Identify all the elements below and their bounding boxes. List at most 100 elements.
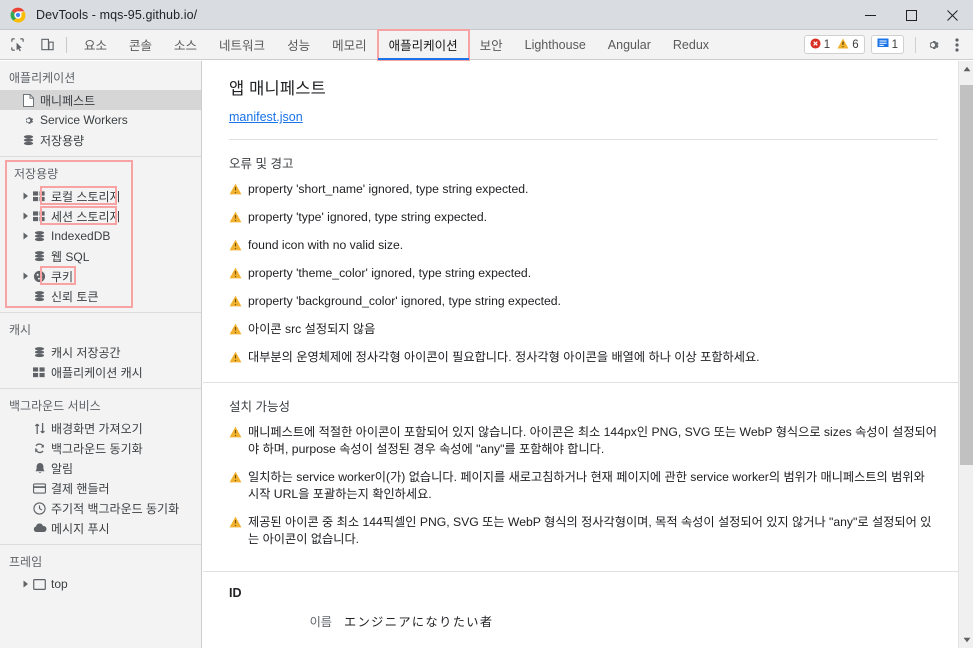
issues-counter-group[interactable]: 1 6: [803, 35, 865, 54]
cloud-icon: [31, 523, 48, 533]
tab-network[interactable]: 네트워크: [208, 30, 276, 60]
tab-security[interactable]: 보안: [469, 30, 514, 60]
tab-label: 애플리케이션: [388, 39, 458, 53]
sidebar-item-session-storage[interactable]: 세션 스토리지: [0, 206, 201, 226]
message-count: 1: [891, 38, 898, 51]
chevron-right-icon[interactable]: [20, 580, 31, 588]
tab-label: Redux: [672, 37, 710, 52]
scroll-down-arrow-icon[interactable]: [959, 632, 973, 648]
sidebar-item-service-workers[interactable]: Service Workers: [0, 110, 201, 130]
title-bar: DevTools - mqs-95.github.io/: [0, 0, 973, 30]
section-title-id: ID: [229, 586, 242, 600]
chrome-logo-icon: [10, 7, 26, 23]
inspect-element-icon[interactable]: [4, 32, 30, 58]
messages-counter-group[interactable]: 1: [870, 35, 904, 54]
window-controls: [850, 0, 973, 30]
sidebar-item-label: 알림: [51, 461, 74, 476]
sidebar-item-label: 세션 스토리지: [51, 209, 121, 224]
sidebar-item-label: 메시지 푸시: [51, 521, 110, 536]
minimize-button[interactable]: [850, 0, 891, 30]
warning-text: 아이콘 src 설정되지 않음: [248, 322, 376, 336]
grid-icon: [31, 366, 48, 378]
sidebar-item-storage-overview[interactable]: 저장용량: [0, 130, 201, 150]
database-icon: [20, 134, 37, 147]
warning-item: property 'theme_color' ignored, type str…: [229, 265, 938, 284]
sidebar-item-manifest[interactable]: 매니페스트: [0, 90, 201, 110]
sidebar-item-trust-tokens[interactable]: 신뢰 토큰: [0, 286, 201, 306]
credit-card-icon: [31, 482, 48, 494]
manifest-panel: 앱 매니페스트 manifest.json 오류 및 경고 property '…: [203, 61, 958, 648]
sidebar-item-label: top: [51, 577, 68, 591]
sidebar-item-web-sql[interactable]: 웹 SQL: [0, 246, 201, 266]
close-button[interactable]: [932, 0, 973, 30]
warning-text: property 'theme_color' ignored, type str…: [248, 266, 532, 280]
error-count: 1: [823, 38, 831, 51]
warning-item: property 'short_name' ignored, type stri…: [229, 181, 938, 200]
warning-triangle-icon: [229, 424, 243, 443]
sidebar-item-notifications[interactable]: 알림: [0, 458, 201, 478]
more-vertical-icon[interactable]: [945, 33, 969, 57]
tab-sources[interactable]: 소스: [163, 30, 208, 60]
sidebar-item-payment-handler[interactable]: 결제 핸들러: [0, 478, 201, 498]
gear-icon[interactable]: [921, 33, 945, 57]
tab-application[interactable]: 애플리케이션: [376, 28, 470, 61]
tab-label: 콘솔: [129, 39, 153, 53]
panel-tabs: 요소 콘솔 소스 네트워크 성능 메모리 애플리케이션 보안 Lighthous…: [73, 28, 720, 61]
warning-text: 대부분의 운영체제에 정사각형 아이콘이 필요합니다. 정사각형 아이콘을 배열…: [248, 350, 760, 364]
tab-performance[interactable]: 성능: [276, 30, 321, 60]
bell-icon: [31, 462, 48, 475]
sidebar-item-background-sync[interactable]: 백그라운드 동기화: [0, 438, 201, 458]
sidebar-section-frames: 프레임 top: [0, 545, 201, 600]
database-icon: [31, 346, 48, 359]
tab-label: 요소: [84, 39, 108, 53]
sidebar-item-periodic-background-sync[interactable]: 주기적 백그라운드 동기화: [0, 498, 201, 518]
sidebar-item-cookies[interactable]: 쿠키: [0, 266, 201, 286]
tab-console[interactable]: 콘솔: [118, 30, 163, 60]
warning-text: property 'type' ignored, type string exp…: [248, 210, 488, 224]
sidebar-item-local-storage[interactable]: 로컬 스토리지: [0, 186, 201, 206]
chevron-right-icon[interactable]: [20, 232, 31, 240]
manifest-json-link[interactable]: manifest.json: [229, 110, 303, 124]
sidebar-item-indexeddb[interactable]: IndexedDB: [0, 226, 201, 246]
sidebar-item-label: 신뢰 토큰: [51, 289, 99, 304]
toolbar-right-group: 1 6 1: [803, 33, 973, 57]
warning-triangle-icon: [229, 293, 243, 312]
chevron-right-icon[interactable]: [20, 212, 31, 220]
chevron-right-icon[interactable]: [20, 272, 31, 280]
scroll-up-arrow-icon[interactable]: [959, 61, 973, 77]
sidebar-item-push-messaging[interactable]: 메시지 푸시: [0, 518, 201, 538]
application-sidebar[interactable]: 애플리케이션 매니페스트 Service Workers 저장용량 저장용량 로…: [0, 61, 202, 648]
maximize-button[interactable]: [891, 0, 932, 30]
section-title-storage: 저장용량: [14, 167, 59, 181]
warning-triangle-icon: [837, 36, 849, 54]
tab-label: Lighthouse: [524, 37, 586, 52]
window-title: DevTools - mqs-95.github.io/: [36, 7, 198, 22]
chevron-right-icon[interactable]: [20, 192, 31, 200]
sidebar-item-frame-top[interactable]: top: [0, 574, 201, 594]
devtools-window: DevTools - mqs-95.github.io/ 요소 콘솔 소스 네트…: [0, 0, 973, 648]
tab-elements[interactable]: 요소: [73, 30, 118, 60]
sidebar-section-cache: 캐시 캐시 저장공간 애플리케이션 캐시: [0, 313, 201, 389]
sidebar-item-cache-storage[interactable]: 캐시 저장공간: [0, 342, 201, 362]
tab-label: 성능: [287, 39, 311, 53]
sidebar-item-background-fetch[interactable]: 배경화면 가져오기: [0, 418, 201, 438]
installability-section: 설치 가능성 매니페스트에 적절한 아이콘이 포함되어 있지 않습니다. 아이콘…: [203, 383, 958, 572]
gear-icon: [20, 114, 37, 127]
document-icon: [20, 93, 37, 107]
tab-memory[interactable]: 메모리: [321, 30, 378, 60]
warning-item: found icon with no valid size.: [229, 237, 938, 256]
tab-angular[interactable]: Angular: [597, 30, 662, 60]
sidebar-item-application-cache[interactable]: 애플리케이션 캐시: [0, 362, 201, 382]
vertical-scrollbar[interactable]: [958, 61, 973, 648]
sidebar-item-label: 캐시 저장공간: [51, 345, 121, 360]
warning-item: 아이콘 src 설정되지 않음: [229, 321, 938, 340]
error-circle-icon: [810, 36, 821, 54]
tab-redux[interactable]: Redux: [662, 30, 720, 60]
warning-triangle-icon: [229, 469, 243, 488]
identity-section: ID 이름 エンジニアになりたい者 닉네임: [203, 572, 958, 648]
device-toolbar-icon[interactable]: [34, 32, 60, 58]
scrollbar-thumb[interactable]: [960, 85, 973, 465]
warning-triangle-icon: [229, 237, 243, 256]
tab-lighthouse[interactable]: Lighthouse: [514, 30, 597, 60]
warning-triangle-icon: [229, 514, 243, 533]
